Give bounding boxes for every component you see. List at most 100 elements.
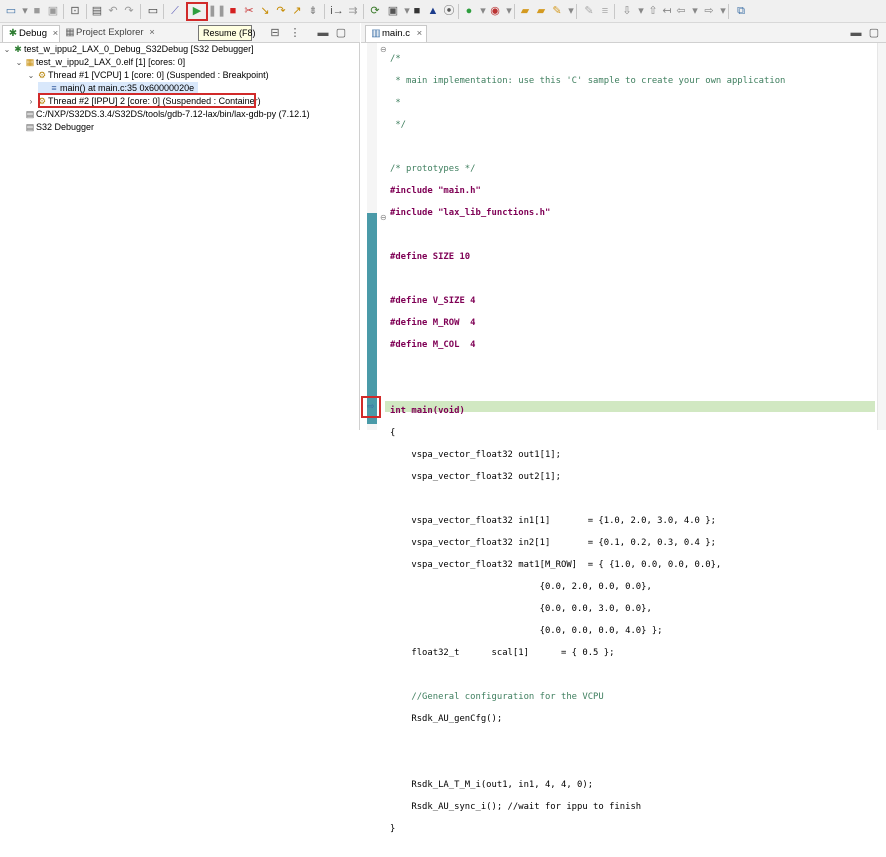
debug-config-icon[interactable]: ▣ <box>386 4 400 18</box>
new-icon[interactable]: ▭ <box>4 4 18 18</box>
chevron-down-icon[interactable]: ▾ <box>688 4 702 18</box>
chevron-down-icon[interactable]: ⌄ <box>2 43 12 56</box>
code-line: ​ <box>390 384 785 395</box>
terminate-icon[interactable]: ■ <box>226 4 240 18</box>
code-line: /* prototypes */ <box>390 164 476 174</box>
search-icon[interactable]: ✎ <box>550 4 564 18</box>
code-line: #define M_ROW 4 <box>390 318 476 328</box>
new-window-icon[interactable]: ⧉ <box>734 4 748 18</box>
thread-2-highlight <box>38 93 256 108</box>
code-line: vspa_vector_float32 in2[1] = {0.1, 0.2, … <box>390 538 716 548</box>
view-menu-icon[interactable]: ⋮ <box>288 26 302 40</box>
close-icon[interactable]: × <box>53 28 59 39</box>
marker-icon[interactable]: ✎ <box>582 4 596 18</box>
open-type-icon[interactable]: ▰ <box>534 4 548 18</box>
debug-view-tabs: ✱ Debug × ▦Project Explorer × ⊟ ⋮ ▬ ▢ <box>0 23 360 43</box>
suspend-icon[interactable]: ❚❚ <box>208 4 226 18</box>
code-line: int main(void) <box>390 406 465 416</box>
last-edit-icon[interactable]: ↤ <box>660 4 674 18</box>
external-tools-icon[interactable]: ◉ <box>488 4 502 18</box>
next-annotation-icon[interactable]: ⇩ <box>620 4 634 18</box>
code-line: } <box>390 824 396 834</box>
maximize-icon[interactable]: ▢ <box>867 26 881 40</box>
code-line: Rsdk_AU_sync_i(); //wait for ippu to fin… <box>390 802 642 812</box>
tree-item-s32-debugger[interactable]: ▤ S32 Debugger <box>14 121 94 134</box>
tree-item-gdb[interactable]: ▤ C:/NXP/S32DS.3.4/S32DS/tools/gdb-7.12-l… <box>14 108 310 121</box>
code-line: ​ <box>390 670 785 681</box>
minimize-icon[interactable]: ▬ <box>316 26 330 40</box>
collapse-all-icon[interactable]: ⊟ <box>268 26 282 40</box>
instruction-pointer-icon: ⇨ <box>367 401 375 411</box>
editor-tabs: ▥main.c × ▬ ▢ <box>361 23 886 43</box>
tab-project-explorer[interactable]: ▦Project Explorer × <box>64 25 156 42</box>
drop-frame-icon[interactable]: ⇟ <box>306 4 320 18</box>
tree-item-thread-1[interactable]: ⌄ ⚙ Thread #1 [VCPU] 1 [core: 0] (Suspende… <box>26 69 269 82</box>
annotation-icon[interactable]: ≡ <box>598 4 612 18</box>
maximize-icon[interactable]: ▢ <box>334 26 348 40</box>
main-toolbar: ▭ ▾ ■ ▣ ⊡ ▤ ↶ ↷ ▭ ⟋ ▶ ❚❚ ■ ✂ ↘ ↷ ↗ ⇟ i→ … <box>0 0 886 23</box>
tab-main-c-label: main.c <box>382 28 410 39</box>
forward-icon[interactable]: ⇨ <box>702 4 716 18</box>
step-over-icon[interactable]: ↷ <box>274 4 288 18</box>
tab-debug-label: Debug <box>19 28 47 39</box>
undo-icon[interactable]: ↶ <box>106 4 120 18</box>
code-line: ​ <box>390 736 785 747</box>
disconnect-icon[interactable]: ✂ <box>242 4 256 18</box>
code-line: {0.0, 0.0, 3.0, 0.0}, <box>390 604 652 614</box>
code-line: float32_t scal[1] = { 0.5 }; <box>390 648 615 658</box>
console-icon[interactable]: ⊡ <box>68 4 82 18</box>
code-line: */ <box>390 120 407 130</box>
code-block[interactable]: /* * main implementation: use this 'C' s… <box>390 43 785 857</box>
redo-icon[interactable]: ↷ <box>122 4 136 18</box>
minimize-icon[interactable]: ▬ <box>849 26 863 40</box>
debug-icon: ✱ <box>8 28 18 39</box>
resume-highlight <box>186 2 208 21</box>
code-line: * main implementation: use this 'C' samp… <box>390 76 786 86</box>
current-scope-marker <box>367 213 377 424</box>
debug-view: ✱ Debug × ▦Project Explorer × ⊟ ⋮ ▬ ▢ ⌄ ✱ t… <box>0 23 360 430</box>
debugger-icon: ▤ <box>25 122 35 132</box>
close-icon[interactable]: × <box>149 27 155 38</box>
thread-suspended-icon: ⚙ <box>37 70 47 80</box>
code-line: ​ <box>390 142 785 153</box>
breakpoints-icon[interactable]: ⦿ <box>442 4 456 18</box>
tree-item-launch[interactable]: ⌄ ✱ test_w_ippu2_LAX_0_Debug_S32Debug [S32… <box>2 43 254 56</box>
project-explorer-icon: ▦ <box>65 27 75 38</box>
run-to-line-icon[interactable]: ⟳ <box>368 4 382 18</box>
step-filters-icon[interactable]: ⇉ <box>346 4 360 18</box>
code-line: vspa_vector_float32 mat1[M_ROW] = { {1.0… <box>390 560 722 570</box>
gdb-icon: ▤ <box>25 109 35 119</box>
warning-icon[interactable]: ▲ <box>426 4 440 18</box>
overview-ruler[interactable] <box>877 43 886 430</box>
tree-item-label: main() at main.c:35 0x60000020e <box>60 83 195 93</box>
code-line: ​ <box>390 230 785 241</box>
code-line: {0.0, 2.0, 0.0, 0.0}, <box>390 582 652 592</box>
build-icon[interactable]: ▤ <box>90 4 104 18</box>
c-file-icon: ▥ <box>371 28 381 39</box>
fold-toggle-icon[interactable]: ⊖ <box>380 212 387 223</box>
tree-item-elf[interactable]: ⌄ ▦ test_w_ippu2_LAX_0.elf [1] [cores: 0] <box>14 56 185 69</box>
chevron-right-icon[interactable]: › <box>26 95 36 108</box>
tab-main-c[interactable]: ▥main.c × <box>365 25 427 42</box>
save-all-icon[interactable]: ▣ <box>46 4 60 18</box>
code-line: ​ <box>390 274 785 285</box>
instruction-step-icon[interactable]: i→ <box>330 4 344 18</box>
step-return-icon[interactable]: ↗ <box>290 4 304 18</box>
debug-launch-icon: ✱ <box>14 44 22 54</box>
prev-annotation-icon[interactable]: ⇧ <box>646 4 660 18</box>
code-line: Rsdk_LA_T_M_i(out1, in1, 4, 4, 0); <box>390 780 594 790</box>
save-icon[interactable]: ■ <box>30 4 44 18</box>
chevron-down-icon[interactable]: ⌄ <box>26 69 36 82</box>
close-icon[interactable]: × <box>417 28 423 39</box>
step-into-icon[interactable]: ↘ <box>258 4 272 18</box>
chevron-down-icon[interactable]: ⌄ <box>14 56 24 69</box>
back-icon[interactable]: ⇦ <box>674 4 688 18</box>
fold-toggle-icon[interactable]: ⊖ <box>380 44 387 55</box>
stop-icon[interactable]: ■ <box>410 4 424 18</box>
run-icon[interactable]: ● <box>462 4 476 18</box>
open-folder-icon[interactable]: ▰ <box>518 4 532 18</box>
code-line: * <box>390 98 401 108</box>
terminal-icon[interactable]: ▭ <box>146 4 160 18</box>
skip-breakpoints-icon[interactable]: ⟋ <box>168 4 182 18</box>
tab-debug[interactable]: ✱ Debug × <box>2 25 60 42</box>
